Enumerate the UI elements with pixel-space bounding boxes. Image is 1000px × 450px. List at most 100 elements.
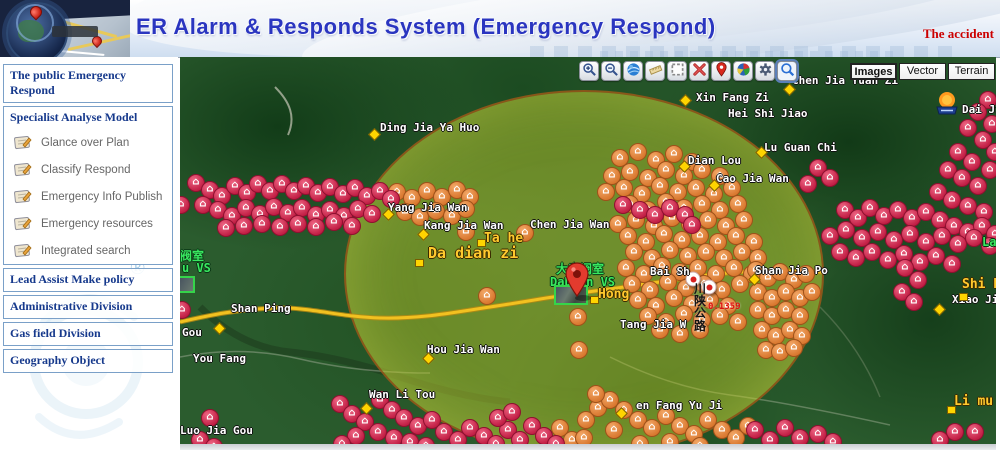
sidebar-item-emergency-info-publish[interactable]: Emergency Info Publish <box>4 183 172 210</box>
orange-building-marker[interactable]: ⌂ <box>570 341 588 359</box>
red-building-marker[interactable]: ⌂ <box>909 271 927 289</box>
orange-building-marker[interactable]: ⌂ <box>457 200 475 218</box>
red-building-marker[interactable]: ⌂ <box>981 161 996 179</box>
orange-building-marker[interactable]: ⌂ <box>587 385 605 403</box>
map-viewport[interactable]: ⌂⌂⌂⌂⌂⌂⌂⌂⌂⌂⌂⌂⌂⌂⌂⌂⌂⌂⌂⌂⌂⌂⌂⌂⌂⌂⌂⌂⌂⌂⌂⌂⌂⌂⌂⌂⌂⌂⌂⌂… <box>180 57 996 444</box>
sidebar-section-header-administrative-division[interactable]: Administrative Division <box>4 296 172 318</box>
sidebar-item-emergency-resources[interactable]: Emergency resources <box>4 210 172 237</box>
building-icon: ⌂ <box>808 287 815 297</box>
red-building-marker[interactable]: ⌂ <box>363 205 381 223</box>
red-building-marker[interactable]: ⌂ <box>343 217 361 235</box>
orange-building-marker[interactable]: ⌂ <box>661 433 679 444</box>
sunrise-icon[interactable] <box>934 90 962 116</box>
red-building-marker[interactable]: ⌂ <box>201 409 219 427</box>
red-building-marker[interactable]: ⌂ <box>986 143 996 161</box>
red-building-marker[interactable]: ⌂ <box>824 433 842 444</box>
red-building-marker[interactable]: ⌂ <box>417 437 435 444</box>
red-building-marker[interactable]: ⌂ <box>217 219 235 237</box>
sidebar-item-integrated-search[interactable]: Integrated search <box>4 237 172 264</box>
basemap-vector-button[interactable]: Vector <box>899 63 946 80</box>
toolbar-measure-button[interactable] <box>645 61 665 81</box>
toolbar-layers-pie-button[interactable] <box>733 61 753 81</box>
orange-building-marker[interactable]: ⌂ <box>785 339 803 357</box>
toolbar-pan-globe-button[interactable] <box>623 61 643 81</box>
orange-building-marker[interactable]: ⌂ <box>605 421 623 439</box>
building-icon: ⌂ <box>199 200 206 210</box>
toolbar-settings-gear-button[interactable] <box>755 61 775 81</box>
red-building-marker[interactable]: ⌂ <box>401 433 419 444</box>
red-building-marker[interactable]: ⌂ <box>943 255 961 273</box>
toolbar-zoom-in-button[interactable] <box>579 61 599 81</box>
orange-building-marker[interactable]: ⌂ <box>629 291 647 309</box>
orange-building-marker[interactable]: ⌂ <box>516 224 534 242</box>
building-icon: ⌂ <box>772 331 779 341</box>
red-building-marker[interactable]: ⌂ <box>503 403 521 421</box>
orange-building-marker[interactable]: ⌂ <box>711 307 729 325</box>
building-icon: ⌂ <box>462 204 469 214</box>
orange-building-marker[interactable]: ⌂ <box>629 143 647 161</box>
sidebar-item-classify-respond[interactable]: Classify Respond <box>4 156 172 183</box>
red-building-marker[interactable]: ⌂ <box>969 177 987 195</box>
toolbar-full-extent-button[interactable] <box>667 61 687 81</box>
red-building-marker[interactable]: ⌂ <box>180 301 191 319</box>
toolbar-clear-button[interactable] <box>689 61 709 81</box>
building-icon: ⌂ <box>936 215 943 225</box>
incident-pin[interactable] <box>564 262 592 302</box>
red-building-marker[interactable]: ⌂ <box>382 190 400 208</box>
basemap-terrain-button[interactable]: Terrain <box>948 63 995 80</box>
sidebar-section-header-specialist-analyse-model[interactable]: Specialist Analyse Model <box>4 107 172 129</box>
target-point-marker[interactable] <box>702 280 717 295</box>
red-building-marker[interactable]: ⌂ <box>963 153 981 171</box>
red-building-marker[interactable]: ⌂ <box>205 438 223 444</box>
orange-building-marker[interactable]: ⌂ <box>631 435 649 444</box>
red-building-marker[interactable]: ⌂ <box>959 119 977 137</box>
red-building-marker[interactable]: ⌂ <box>905 293 923 311</box>
red-building-marker[interactable]: ⌂ <box>791 429 809 444</box>
red-building-marker[interactable]: ⌂ <box>325 213 343 231</box>
orange-building-marker[interactable]: ⌂ <box>803 283 821 301</box>
orange-building-marker[interactable]: ⌂ <box>478 287 496 305</box>
orange-building-marker[interactable]: ⌂ <box>797 265 815 283</box>
red-building-marker[interactable]: ⌂ <box>180 196 190 214</box>
red-building-marker[interactable]: ⌂ <box>253 215 271 233</box>
orange-building-marker[interactable]: ⌂ <box>731 275 749 293</box>
toolbar-search-button[interactable] <box>777 61 797 81</box>
red-building-marker[interactable]: ⌂ <box>799 175 817 193</box>
red-building-marker[interactable]: ⌂ <box>683 216 701 234</box>
red-building-marker[interactable]: ⌂ <box>761 431 779 444</box>
building-icon: ⌂ <box>704 215 711 225</box>
orange-building-marker[interactable]: ⌂ <box>575 429 593 444</box>
red-building-marker[interactable]: ⌂ <box>614 196 632 214</box>
target-point-marker[interactable] <box>686 272 701 287</box>
sidebar-section-header-geography-object[interactable]: Geography Object <box>4 350 172 372</box>
valve-station-photo[interactable] <box>180 276 195 293</box>
red-building-marker[interactable]: ⌂ <box>289 215 307 233</box>
sidebar-section-header-the-public-emergency-respond[interactable]: The public Emergency Respond <box>4 65 172 102</box>
basemap-images-button[interactable]: Images <box>850 63 897 80</box>
red-building-marker[interactable]: ⌂ <box>966 423 984 441</box>
orange-building-marker[interactable]: ⌂ <box>675 305 693 323</box>
toolbar-zoom-out-button[interactable] <box>601 61 621 81</box>
orange-building-marker[interactable]: ⌂ <box>651 321 669 339</box>
orange-building-marker[interactable]: ⌂ <box>457 223 475 241</box>
sidebar-item-label: Emergency Info Publish <box>41 191 162 203</box>
orange-building-marker[interactable]: ⌂ <box>691 321 709 339</box>
orange-building-marker[interactable]: ⌂ <box>597 183 615 201</box>
sidebar-section-header-lead-assist-make-policy[interactable]: Lead Assist Make policy <box>4 269 172 291</box>
red-building-marker[interactable]: ⌂ <box>981 237 996 255</box>
orange-building-marker[interactable]: ⌂ <box>693 161 711 179</box>
orange-building-marker[interactable]: ⌂ <box>691 437 709 444</box>
sidebar-section-header-gas-field-division[interactable]: Gas field Division <box>4 323 172 345</box>
orange-building-marker[interactable]: ⌂ <box>569 308 587 326</box>
red-building-marker[interactable]: ⌂ <box>821 169 839 187</box>
orange-building-marker[interactable]: ⌂ <box>671 325 689 343</box>
orange-building-marker[interactable]: ⌂ <box>665 289 683 307</box>
orange-building-marker[interactable]: ⌂ <box>729 313 747 331</box>
red-building-marker[interactable]: ⌂ <box>271 218 289 236</box>
toolbar-add-marker-button[interactable] <box>711 61 731 81</box>
red-building-marker[interactable]: ⌂ <box>307 218 325 236</box>
red-building-marker[interactable]: ⌂ <box>235 217 253 235</box>
building-icon: ⌂ <box>352 431 359 441</box>
red-building-marker[interactable]: ⌂ <box>931 431 949 444</box>
sidebar-item-glance-over-plan[interactable]: Glance over Plan <box>4 129 172 156</box>
